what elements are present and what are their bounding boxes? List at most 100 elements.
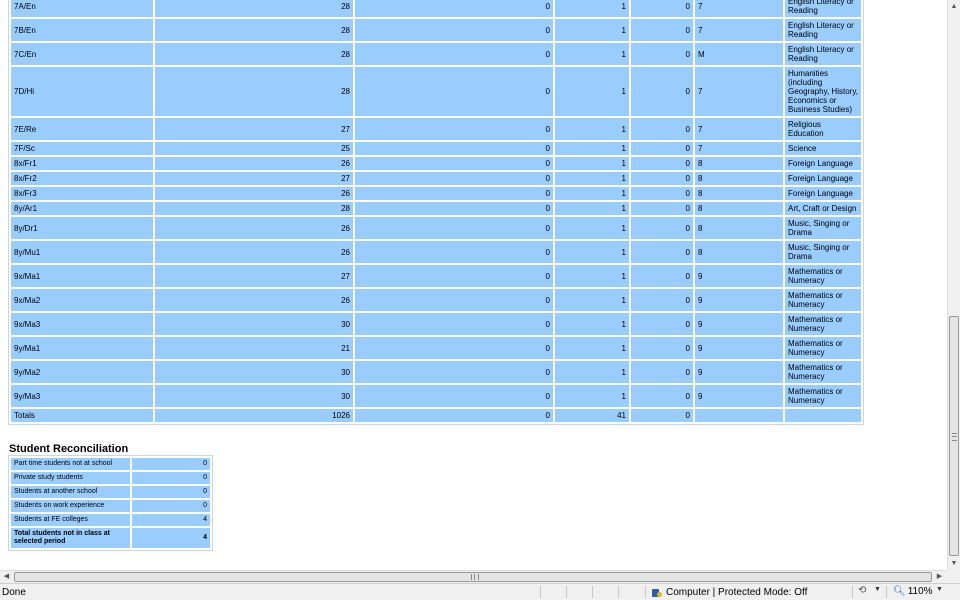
year-cell: 8 <box>695 172 783 185</box>
status-divider <box>886 586 887 598</box>
reconciliation-label: Students on work experience <box>11 500 130 512</box>
reconciliation-label: Part time students not at school <box>11 458 130 470</box>
subject-cell: Foreign Language <box>785 187 861 200</box>
year-cell: 8 <box>695 187 783 200</box>
scroll-down-icon[interactable]: ▼ <box>948 557 960 570</box>
value-cell: 0 <box>631 217 693 239</box>
value-cell: 0 <box>631 67 693 116</box>
value-cell: 0 <box>631 19 693 41</box>
year-cell: 7 <box>695 142 783 155</box>
value-cell: 0 <box>631 265 693 287</box>
chevron-down-icon[interactable]: ▼ <box>936 586 943 593</box>
year-cell: 9 <box>695 265 783 287</box>
year-cell: 8 <box>695 241 783 263</box>
reconciliation-value: 0 <box>132 500 210 512</box>
table-row: 8y/Mu1 26 0 1 0 8 Music, Singing or Drama <box>11 241 861 263</box>
chevron-down-icon[interactable]: ▼ <box>874 586 881 593</box>
class-name-cell: 7F/Sc <box>11 142 153 155</box>
status-divider <box>852 586 853 598</box>
class-name-cell: 8x/Fr3 <box>11 187 153 200</box>
scrollbar-corner <box>947 570 960 583</box>
table-row: Students on work experience 0 <box>11 500 210 512</box>
magnifier-icon: 🔍︎ <box>893 586 906 597</box>
class-size-cell: 28 <box>155 0 353 17</box>
status-divider <box>645 586 646 598</box>
table-row: 7A/En 28 0 1 0 7 English Literacy or Reading <box>11 0 861 17</box>
class-name-cell: 9y/Ma2 <box>11 361 153 383</box>
value-cell: 0 <box>355 19 553 41</box>
class-name-cell: 9x/Ma1 <box>11 265 153 287</box>
value-cell: 0 <box>355 289 553 311</box>
subject-cell: Foreign Language <box>785 172 861 185</box>
status-divider <box>566 586 567 598</box>
subject-cell: Art, Craft or Design <box>785 202 861 215</box>
value-cell: 1 <box>555 43 629 65</box>
total-size-cell: 1026 <box>155 409 353 422</box>
value-cell: 0 <box>631 202 693 215</box>
year-cell: 7 <box>695 0 783 17</box>
subject-cell: Science <box>785 142 861 155</box>
value-cell: 0 <box>355 265 553 287</box>
class-name-cell: 8x/Fr2 <box>11 172 153 185</box>
value-cell: 1 <box>555 118 629 140</box>
year-cell: 9 <box>695 313 783 335</box>
class-size-cell: 30 <box>155 385 353 407</box>
class-size-cell: 28 <box>155 202 353 215</box>
popup-blocker-icon[interactable]: ⟲ <box>858 585 866 596</box>
table-row: Part time students not at school 0 <box>11 458 210 470</box>
value-cell: 0 <box>631 157 693 170</box>
vertical-scroll-thumb[interactable] <box>949 316 959 556</box>
year-cell: 7 <box>695 67 783 116</box>
value-cell: 1 <box>555 142 629 155</box>
table-row: 9x/Ma3 30 0 1 0 9 Mathematics or Numeracy <box>11 313 861 335</box>
grip-icon <box>952 433 957 441</box>
year-cell: 9 <box>695 385 783 407</box>
reconciliation-value: 0 <box>132 486 210 498</box>
value-cell: 1 <box>555 289 629 311</box>
table-row: 7B/En 28 0 1 0 7 English Literacy or Reading <box>11 19 861 41</box>
class-name-cell: 9x/Ma3 <box>11 313 153 335</box>
table-row: Students at another school 0 <box>11 486 210 498</box>
value-cell: 0 <box>631 313 693 335</box>
vertical-scrollbar[interactable]: ▲ ▼ <box>947 0 960 570</box>
class-size-cell: 28 <box>155 67 353 116</box>
security-zone[interactable]: Computer | Protected Mode: Off <box>652 586 807 599</box>
reconciliation-title: Student Reconciliation <box>9 443 129 455</box>
total-value-cell: 41 <box>555 409 629 422</box>
value-cell: 1 <box>555 265 629 287</box>
class-size-cell: 27 <box>155 172 353 185</box>
status-divider <box>540 586 541 598</box>
class-size-cell: 28 <box>155 43 353 65</box>
table-row: 8y/Dr1 26 0 1 0 8 Music, Singing or Drama <box>11 217 861 239</box>
subject-cell: Mathematics or Numeracy <box>785 385 861 407</box>
class-name-cell: 8y/Mu1 <box>11 241 153 263</box>
class-size-cell: 26 <box>155 187 353 200</box>
table-row: 9y/Ma2 30 0 1 0 9 Mathematics or Numeracy <box>11 361 861 383</box>
zoom-control[interactable]: 🔍︎ 110% <box>893 586 933 597</box>
value-cell: 0 <box>631 289 693 311</box>
subject-cell: Music, Singing or Drama <box>785 217 861 239</box>
class-size-cell: 27 <box>155 118 353 140</box>
year-cell: 9 <box>695 361 783 383</box>
page-content: 7A/En 28 0 1 0 7 English Literacy or Reading 7B… <box>0 0 947 570</box>
totals-label: Totals <box>11 409 153 422</box>
total-value-cell: 0 <box>631 409 693 422</box>
year-cell: 8 <box>695 202 783 215</box>
subject-cell: Mathematics or Numeracy <box>785 313 861 335</box>
table-row: 7E/Re 27 0 1 0 7 Religious Education <box>11 118 861 140</box>
value-cell: 0 <box>631 361 693 383</box>
horizontal-scrollbar[interactable]: ◀ ▶ <box>0 570 947 583</box>
status-bar: Done Computer | Protected Mode: Off ⟲ ▼ … <box>0 583 960 600</box>
horizontal-scroll-thumb[interactable] <box>14 572 932 582</box>
reconciliation-label: Private study students <box>11 472 130 484</box>
class-name-cell: 8y/Dr1 <box>11 217 153 239</box>
scroll-up-icon[interactable]: ▲ <box>948 0 960 13</box>
table-row: 8y/Ar1 28 0 1 0 8 Art, Craft or Design <box>11 202 861 215</box>
reconciliation-total-row: Total students not in class at selected … <box>11 528 210 548</box>
value-cell: 1 <box>555 19 629 41</box>
class-name-cell: 7C/En <box>11 43 153 65</box>
subject-cell: Foreign Language <box>785 157 861 170</box>
reconciliation-table: Part time students not at school 0 Private… <box>8 455 213 551</box>
class-name-cell: 7B/En <box>11 19 153 41</box>
value-cell: 0 <box>355 385 553 407</box>
